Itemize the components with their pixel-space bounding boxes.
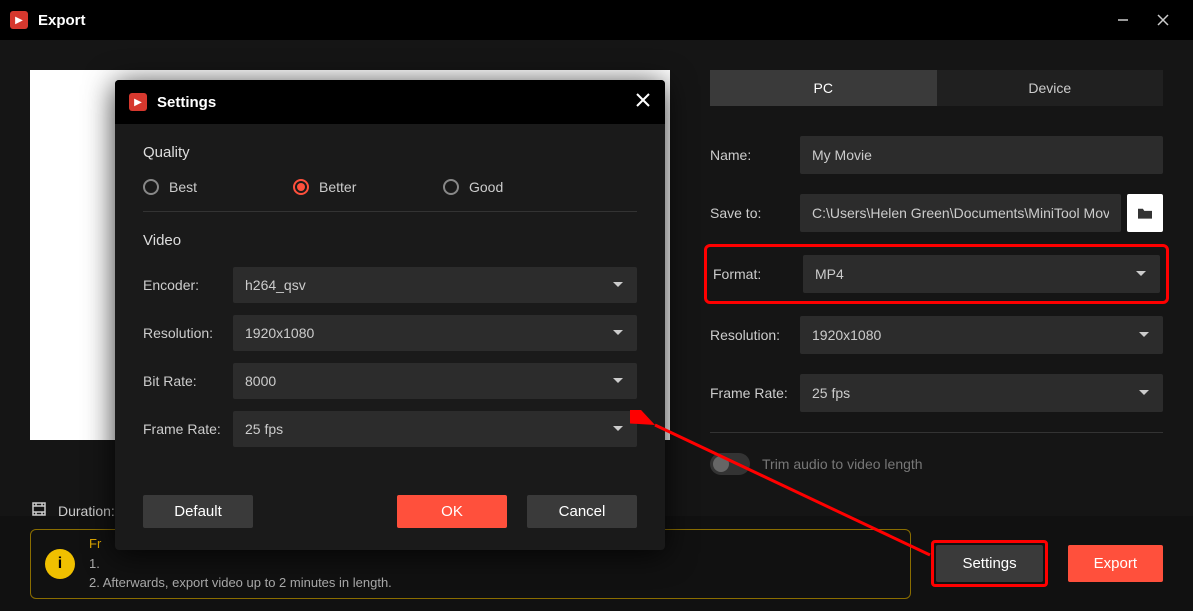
settings-button[interactable]: Settings xyxy=(936,545,1042,582)
chevron-down-icon xyxy=(611,277,625,293)
chevron-down-icon xyxy=(1134,266,1148,282)
encoder-row: Encoder: h264_qsv xyxy=(143,267,637,303)
bitrate-label: Bit Rate: xyxy=(143,373,233,389)
app-logo-icon: ▶ xyxy=(10,11,28,29)
radio-dot-icon xyxy=(443,179,459,195)
app-logo-icon: ▶ xyxy=(129,93,147,111)
format-value: MP4 xyxy=(815,266,844,282)
trim-toggle[interactable] xyxy=(710,453,750,475)
modal-framerate-select[interactable]: 25 fps xyxy=(233,411,637,447)
chevron-down-icon xyxy=(611,373,625,389)
modal-framerate-row: Frame Rate: 25 fps xyxy=(143,411,637,447)
browse-button[interactable] xyxy=(1127,194,1163,232)
framerate-label: Frame Rate: xyxy=(710,385,800,401)
tab-device[interactable]: Device xyxy=(937,70,1164,106)
quality-radios: Best Better Good xyxy=(143,179,637,195)
radio-better-label: Better xyxy=(319,179,356,195)
saveto-row: Save to: xyxy=(710,194,1163,232)
encoder-label: Encoder: xyxy=(143,277,233,293)
modal-resolution-value: 1920x1080 xyxy=(245,325,314,341)
format-select[interactable]: MP4 xyxy=(803,255,1160,293)
radio-better[interactable]: Better xyxy=(293,179,443,195)
modal-resolution-select[interactable]: 1920x1080 xyxy=(233,315,637,351)
export-button[interactable]: Export xyxy=(1068,545,1163,582)
encoder-value: h264_qsv xyxy=(245,277,306,293)
saveto-label: Save to: xyxy=(710,205,800,221)
framerate-row: Frame Rate: 25 fps xyxy=(710,374,1163,412)
chevron-down-icon xyxy=(611,421,625,437)
saveto-input[interactable] xyxy=(800,194,1121,232)
chevron-down-icon xyxy=(1137,385,1151,401)
radio-dot-icon xyxy=(143,179,159,195)
resolution-select[interactable]: 1920x1080 xyxy=(800,316,1163,354)
window-title: Export xyxy=(38,12,1103,29)
bitrate-value: 8000 xyxy=(245,373,276,389)
format-row: Format: MP4 xyxy=(713,255,1160,293)
format-highlight-annotation: Format: MP4 xyxy=(704,244,1169,304)
resolution-label: Resolution: xyxy=(710,327,800,343)
encoder-select[interactable]: h264_qsv xyxy=(233,267,637,303)
settings-modal: ▶ Settings Quality Best Better Good Vide… xyxy=(115,80,665,550)
bitrate-row: Bit Rate: 8000 xyxy=(143,363,637,399)
default-button[interactable]: Default xyxy=(143,495,253,528)
name-input[interactable] xyxy=(800,136,1163,174)
modal-title: Settings xyxy=(157,94,635,111)
radio-good-label: Good xyxy=(469,179,503,195)
modal-close-button[interactable] xyxy=(635,92,651,113)
cancel-button[interactable]: Cancel xyxy=(527,495,637,528)
notice-line2: 2. Afterwards, export video up to 2 minu… xyxy=(89,573,392,593)
quality-heading: Quality xyxy=(143,144,637,161)
format-label: Format: xyxy=(713,266,803,282)
trim-row: Trim audio to video length xyxy=(710,453,1163,475)
chevron-down-icon xyxy=(1137,327,1151,343)
name-row: Name: xyxy=(710,136,1163,174)
chevron-down-icon xyxy=(611,325,625,341)
ok-button[interactable]: OK xyxy=(397,495,507,528)
close-button[interactable] xyxy=(1143,0,1183,40)
notice-line1: 1. xyxy=(89,554,392,574)
bitrate-select[interactable]: 8000 xyxy=(233,363,637,399)
radio-dot-icon xyxy=(293,179,309,195)
radio-good[interactable]: Good xyxy=(443,179,593,195)
modal-footer: Default OK Cancel xyxy=(115,479,665,550)
framerate-select[interactable]: 25 fps xyxy=(800,374,1163,412)
divider xyxy=(143,211,637,212)
modal-framerate-label: Frame Rate: xyxy=(143,421,233,437)
tab-pc[interactable]: PC xyxy=(710,70,937,106)
framerate-value: 25 fps xyxy=(812,385,850,401)
target-tabs: PC Device xyxy=(710,70,1163,106)
resolution-row: Resolution: 1920x1080 xyxy=(710,316,1163,354)
titlebar: ▶ Export xyxy=(0,0,1193,40)
divider xyxy=(710,432,1163,433)
modal-body: Quality Best Better Good Video Encoder: … xyxy=(115,124,665,479)
modal-titlebar: ▶ Settings xyxy=(115,80,665,124)
modal-resolution-label: Resolution: xyxy=(143,325,233,341)
modal-framerate-value: 25 fps xyxy=(245,421,283,437)
minimize-button[interactable] xyxy=(1103,0,1143,40)
trim-label: Trim audio to video length xyxy=(762,456,923,472)
modal-resolution-row: Resolution: 1920x1080 xyxy=(143,315,637,351)
warning-icon: i xyxy=(45,549,75,579)
video-heading: Video xyxy=(143,232,637,249)
name-label: Name: xyxy=(710,147,800,163)
settings-highlight-annotation: Settings xyxy=(931,540,1047,587)
resolution-value: 1920x1080 xyxy=(812,327,881,343)
radio-best-label: Best xyxy=(169,179,197,195)
radio-best[interactable]: Best xyxy=(143,179,293,195)
